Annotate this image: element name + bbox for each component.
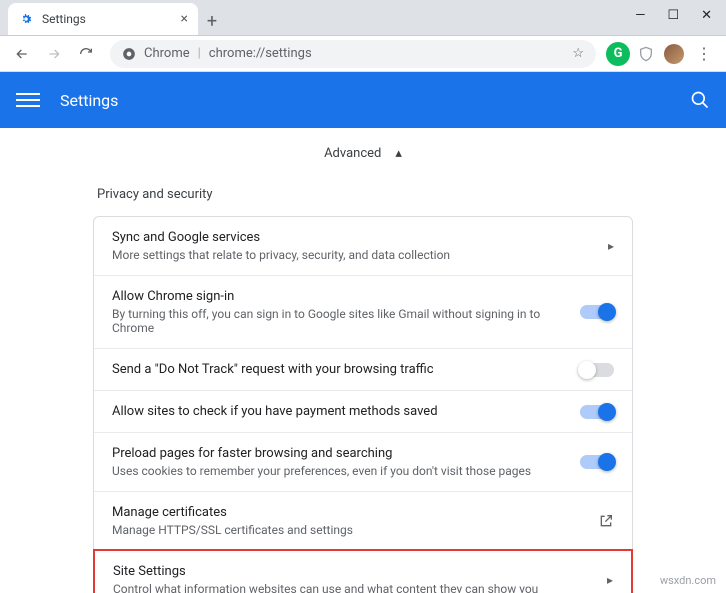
maximize-button[interactable]: ☐	[667, 8, 679, 23]
row-subtitle: Uses cookies to remember your preference…	[112, 464, 580, 478]
settings-appbar: Settings	[0, 72, 726, 128]
advanced-toggle[interactable]: Advanced ▴	[0, 128, 726, 179]
settings-card: Sync and Google services More settings t…	[93, 216, 633, 593]
search-icon[interactable]	[690, 90, 710, 110]
menu-button[interactable]: ⋮	[690, 40, 718, 68]
row-title: Allow Chrome sign-in	[112, 289, 580, 304]
row-title: Manage certificates	[112, 505, 598, 520]
toggle-payment-methods[interactable]	[580, 405, 614, 419]
row-do-not-track[interactable]: Send a "Do Not Track" request with your …	[94, 348, 632, 390]
tab-title: Settings	[42, 12, 86, 26]
section-title: Privacy and security	[93, 179, 633, 216]
chevron-right-icon: ▸	[608, 239, 614, 253]
address-bar[interactable]: Chrome | chrome://settings ☆	[110, 40, 596, 68]
toggle-do-not-track[interactable]	[580, 363, 614, 377]
close-window-button[interactable]: ✕	[701, 8, 712, 23]
row-payment-methods[interactable]: Allow sites to check if you have payment…	[94, 390, 632, 432]
bookmark-star-icon[interactable]: ☆	[572, 46, 584, 61]
row-subtitle: Control what information websites can us…	[113, 582, 607, 593]
profile-avatar[interactable]	[662, 42, 686, 66]
row-title: Send a "Do Not Track" request with your …	[112, 362, 580, 377]
row-subtitle: More settings that relate to privacy, se…	[112, 248, 608, 262]
row-sync[interactable]: Sync and Google services More settings t…	[94, 217, 632, 275]
row-title: Allow sites to check if you have payment…	[112, 404, 580, 419]
reload-button[interactable]	[72, 40, 100, 68]
row-allow-signin[interactable]: Allow Chrome sign-in By turning this off…	[94, 275, 632, 348]
toolbar: Chrome | chrome://settings ☆ G ⋮	[0, 36, 726, 72]
row-subtitle: By turning this off, you can sign in to …	[112, 307, 580, 335]
browser-tab-settings[interactable]: Settings ×	[8, 3, 198, 35]
back-button[interactable]	[8, 40, 36, 68]
extension-shield-icon[interactable]	[634, 42, 658, 66]
row-site-settings[interactable]: Site Settings Control what information w…	[93, 549, 633, 593]
minimize-button[interactable]: —	[635, 8, 645, 23]
close-tab-icon[interactable]: ×	[181, 11, 188, 27]
separator: |	[198, 46, 201, 61]
gear-icon	[18, 11, 34, 27]
new-tab-button[interactable]: +	[198, 7, 226, 35]
advanced-label: Advanced	[324, 146, 381, 161]
row-manage-certificates[interactable]: Manage certificates Manage HTTPS/SSL cer…	[94, 491, 632, 550]
chrome-product-icon	[122, 47, 136, 61]
external-link-icon	[598, 513, 614, 529]
row-subtitle: Manage HTTPS/SSL certificates and settin…	[112, 523, 598, 537]
menu-icon[interactable]	[16, 93, 40, 107]
watermark: wsxdn.com	[660, 574, 716, 587]
window-controls: — ☐ ✕	[635, 0, 726, 30]
extension-grammarly-icon[interactable]: G	[606, 42, 630, 66]
row-title: Sync and Google services	[112, 230, 608, 245]
chevron-right-icon: ▸	[607, 573, 613, 587]
content-area: Advanced ▴ Privacy and security Sync and…	[0, 128, 726, 593]
privacy-section: Privacy and security Sync and Google ser…	[93, 179, 633, 593]
row-title: Site Settings	[113, 564, 607, 579]
tab-strip: Settings × +	[0, 0, 726, 36]
toggle-preload-pages[interactable]	[580, 455, 614, 469]
row-title: Preload pages for faster browsing and se…	[112, 446, 580, 461]
url-text: chrome://settings	[209, 46, 312, 61]
appbar-title: Settings	[60, 91, 118, 110]
toggle-allow-signin[interactable]	[580, 305, 614, 319]
forward-button[interactable]	[40, 40, 68, 68]
row-preload-pages[interactable]: Preload pages for faster browsing and se…	[94, 432, 632, 491]
url-scheme-label: Chrome	[144, 46, 190, 61]
chevron-up-icon: ▴	[395, 146, 402, 161]
